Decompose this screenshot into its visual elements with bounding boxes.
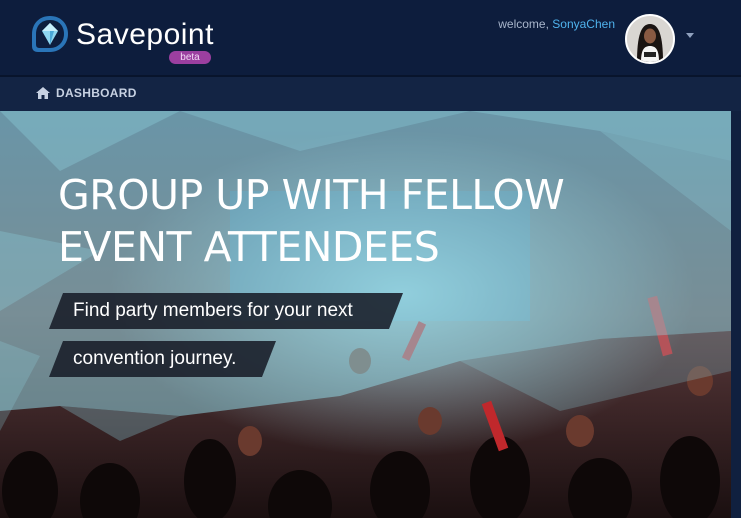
breadcrumb-label: DASHBOARD — [56, 86, 137, 100]
chevron-down-icon[interactable] — [686, 33, 694, 38]
home-icon — [36, 87, 50, 99]
top-navigation-bar: Savepoint beta welcome, SonyaChen — [0, 0, 741, 77]
brand-name: Savepoint — [76, 18, 214, 51]
savepoint-crystal-icon — [32, 16, 68, 52]
breadcrumb-dashboard[interactable]: DASHBOARD — [36, 86, 137, 100]
brand-logo[interactable]: Savepoint beta — [28, 10, 228, 66]
avatar[interactable] — [625, 14, 675, 64]
headline-line-1: GROUP UP WITH FELLOW — [58, 171, 565, 219]
user-photo — [627, 16, 673, 62]
hero-headline: GROUP UP WITH FELLOW EVENT ATTENDEES — [58, 169, 658, 273]
hero-subline-1: Find party members for your next — [49, 293, 403, 329]
right-edge-strip — [731, 111, 741, 518]
hero-subline-2: convention journey. — [49, 341, 276, 377]
username-link[interactable]: SonyaChen — [552, 17, 615, 31]
hero-banner: GROUP UP WITH FELLOW EVENT ATTENDEES Fin… — [0, 111, 731, 518]
headline-line-2: EVENT ATTENDEES — [58, 223, 440, 271]
welcome-prefix: welcome, — [498, 17, 549, 31]
beta-badge: beta — [169, 51, 211, 64]
welcome-message: welcome, SonyaChen — [498, 17, 615, 31]
breadcrumb: DASHBOARD — [0, 77, 741, 111]
